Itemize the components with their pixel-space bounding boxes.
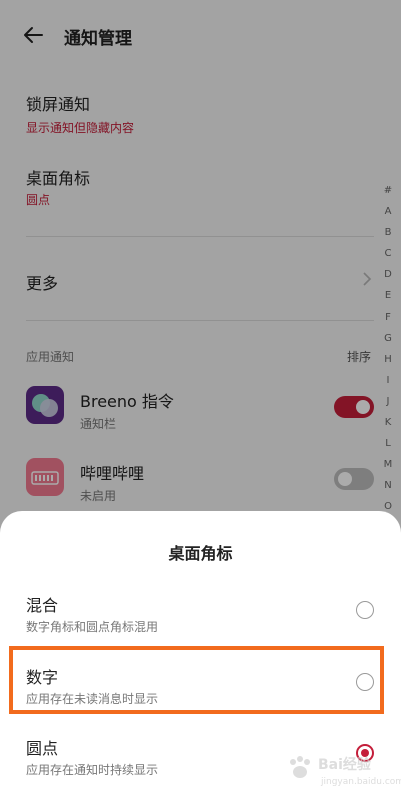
- option-label: 圆点: [26, 739, 59, 758]
- option-label: 混合: [26, 596, 59, 615]
- option-description: 应用存在通知时持续显示: [26, 763, 159, 777]
- option-mixed[interactable]: 混合 数字角标和圆点角标混用: [0, 582, 401, 652]
- watermark: Bai经验 jingyan.baidu.com: [283, 752, 401, 796]
- watermark-url: jingyan.baidu.com: [321, 777, 401, 787]
- paw-icon: [290, 756, 310, 778]
- option-mixed-radio[interactable]: [356, 601, 374, 619]
- sheet-title: 桌面角标: [168, 544, 233, 563]
- watermark-text: Bai经验: [318, 757, 371, 773]
- annotation-highlight-box: [9, 646, 384, 714]
- option-description: 数字角标和圆点角标混用: [26, 620, 159, 634]
